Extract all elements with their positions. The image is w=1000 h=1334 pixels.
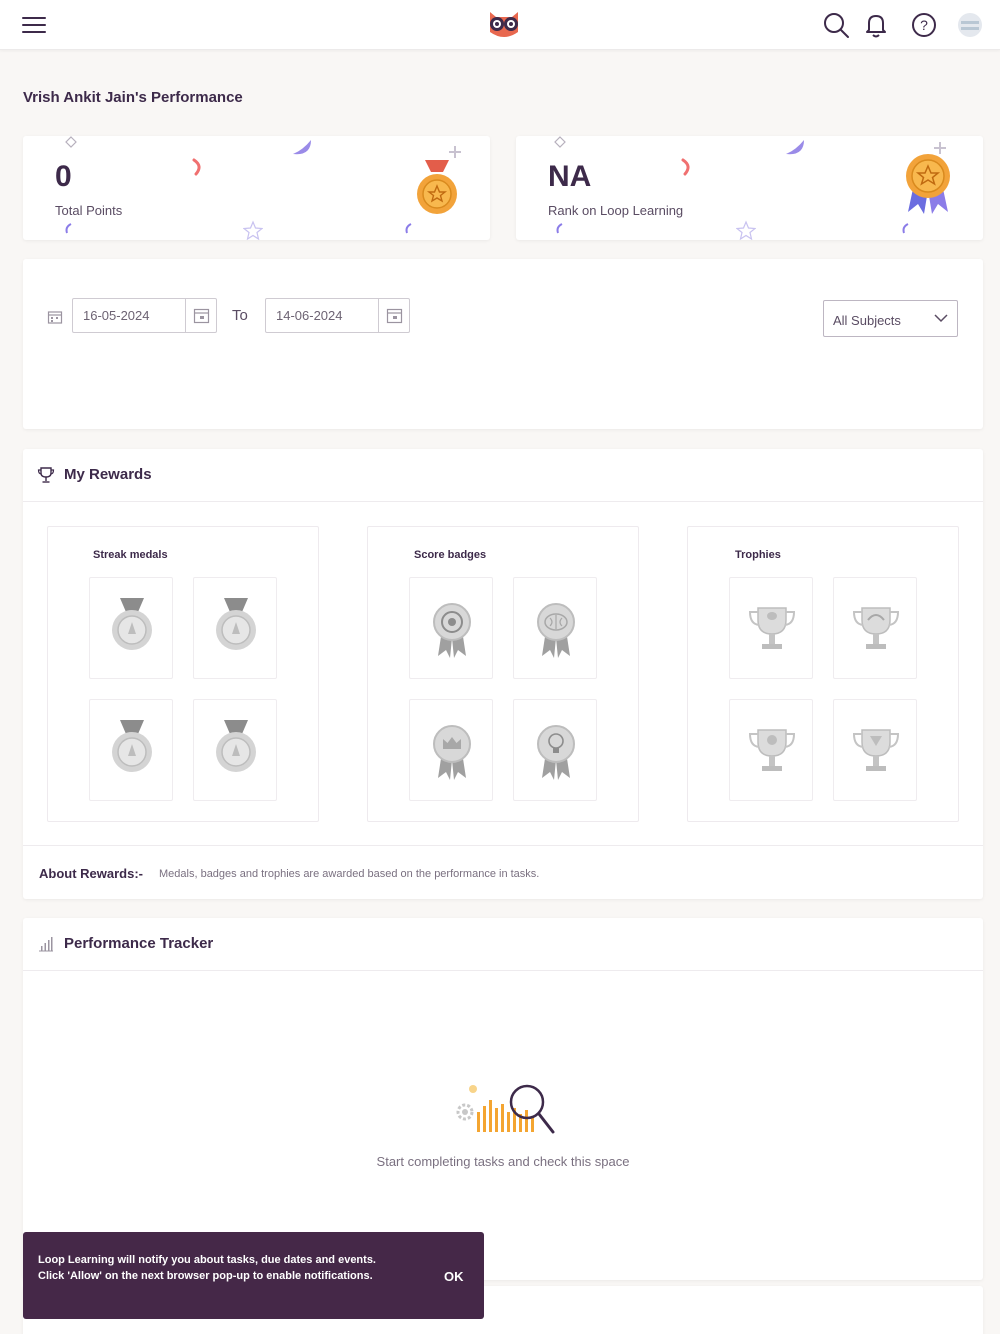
toast-ok-button[interactable]: OK [444, 1269, 464, 1284]
page-title: Vrish Ankit Jain's Performance [23, 89, 243, 106]
about-rewards-label: About Rewards:- [39, 866, 143, 881]
reward-tile[interactable] [833, 699, 917, 801]
toast-message: Loop Learning will notify you about task… [38, 1254, 376, 1282]
star-deco-icon [243, 220, 263, 240]
panel-title: Trophies [735, 549, 781, 561]
help-icon[interactable]: ? [910, 11, 938, 39]
reward-tile[interactable] [729, 577, 813, 679]
diamond-deco-icon [554, 136, 566, 148]
about-rewards-text: Medals, badges and trophies are awarded … [159, 868, 540, 880]
svg-text:?: ? [920, 17, 928, 33]
medal-icon [216, 720, 256, 772]
total-points-label: Total Points [55, 203, 123, 218]
rewards-title: My Rewards [64, 466, 152, 483]
from-date-field[interactable] [72, 298, 217, 333]
calendar-icon [193, 308, 210, 324]
reward-tile[interactable] [409, 577, 493, 679]
rank-value: NA [548, 160, 592, 193]
calendar-icon [47, 311, 63, 324]
medal-icon [417, 146, 461, 214]
to-date-picker-button[interactable] [378, 299, 409, 332]
reward-tile[interactable] [833, 577, 917, 679]
arc-small-deco-icon [65, 223, 72, 234]
star-deco-icon [736, 220, 756, 240]
from-date-picker-button[interactable] [185, 299, 216, 332]
trophies-panel: Trophies [687, 526, 959, 822]
top-navbar: ? [0, 0, 1000, 50]
date-filter-card: To All Subjects [23, 259, 983, 429]
total-points-card: 0 Total Points [23, 136, 490, 240]
empty-state-illustration-icon [456, 1084, 555, 1134]
reward-tile[interactable] [89, 699, 173, 801]
reward-tile[interactable] [409, 699, 493, 801]
trophy-icon [852, 607, 900, 649]
reward-tile[interactable] [513, 699, 597, 801]
total-points-value: 0 [55, 160, 72, 193]
avatar[interactable] [956, 11, 984, 39]
trophy-icon [748, 607, 796, 649]
owl-logo-icon[interactable] [486, 8, 522, 42]
hamburger-icon[interactable] [22, 14, 48, 36]
arc-small-deco-icon [405, 223, 412, 234]
subject-select[interactable]: All Subjects [823, 300, 958, 337]
search-icon[interactable] [822, 11, 850, 39]
trophy-icon [748, 729, 796, 771]
calendar-icon [386, 308, 403, 324]
about-rewards: About Rewards:- Medals, badges and troph… [23, 845, 983, 899]
chevron-down-icon [934, 314, 948, 323]
trophy-icon [37, 467, 55, 483]
medal-icon [112, 598, 152, 650]
reward-tile[interactable] [193, 577, 277, 679]
streak-medals-panel: Streak medals [47, 526, 319, 822]
rewards-header: My Rewards [23, 449, 983, 502]
rank-card: NA Rank on Loop Learning [516, 136, 983, 240]
empty-state-text: Start completing tasks and check this sp… [376, 1154, 630, 1169]
arc-small-deco-icon [556, 223, 563, 234]
subject-select-value: All Subjects [833, 313, 901, 328]
to-date-field[interactable] [265, 298, 410, 333]
performance-tracker-card: Performance Tracker Start completing tas… [23, 918, 983, 1280]
medal-icon [112, 720, 152, 772]
moon-deco-icon [786, 140, 804, 155]
reward-tile[interactable] [193, 699, 277, 801]
rank-label: Rank on Loop Learning [548, 203, 684, 218]
trophy-icon [852, 729, 900, 771]
arc-small-deco-icon [902, 223, 909, 234]
score-badges-panel: Score badges [367, 526, 639, 822]
bell-icon[interactable] [862, 11, 890, 39]
reward-tile[interactable] [513, 577, 597, 679]
rosette-icon [906, 142, 950, 214]
bar-chart-icon [39, 937, 53, 952]
target-badge-icon [433, 603, 471, 658]
my-rewards-card: My Rewards Streak medals Score badges Tr… [23, 449, 983, 899]
brain-badge-icon [537, 603, 575, 658]
crown-badge-icon [433, 725, 471, 780]
reward-tile[interactable] [729, 699, 813, 801]
diamond-deco-icon [65, 136, 77, 148]
moon-deco-icon [293, 140, 311, 155]
notification-toast: Loop Learning will notify you about task… [23, 1232, 484, 1319]
reward-tile[interactable] [89, 577, 173, 679]
tracker-header: Performance Tracker [23, 918, 983, 971]
medal-icon [216, 598, 256, 650]
to-label: To [232, 307, 248, 324]
bulb-badge-icon [537, 725, 575, 780]
arc-deco-icon [192, 158, 201, 176]
from-date-input[interactable] [73, 299, 186, 332]
arc-deco-icon [681, 158, 690, 176]
panel-title: Streak medals [93, 549, 168, 561]
tracker-title: Performance Tracker [64, 935, 214, 952]
panel-title: Score badges [414, 549, 487, 561]
to-date-input[interactable] [266, 299, 379, 332]
